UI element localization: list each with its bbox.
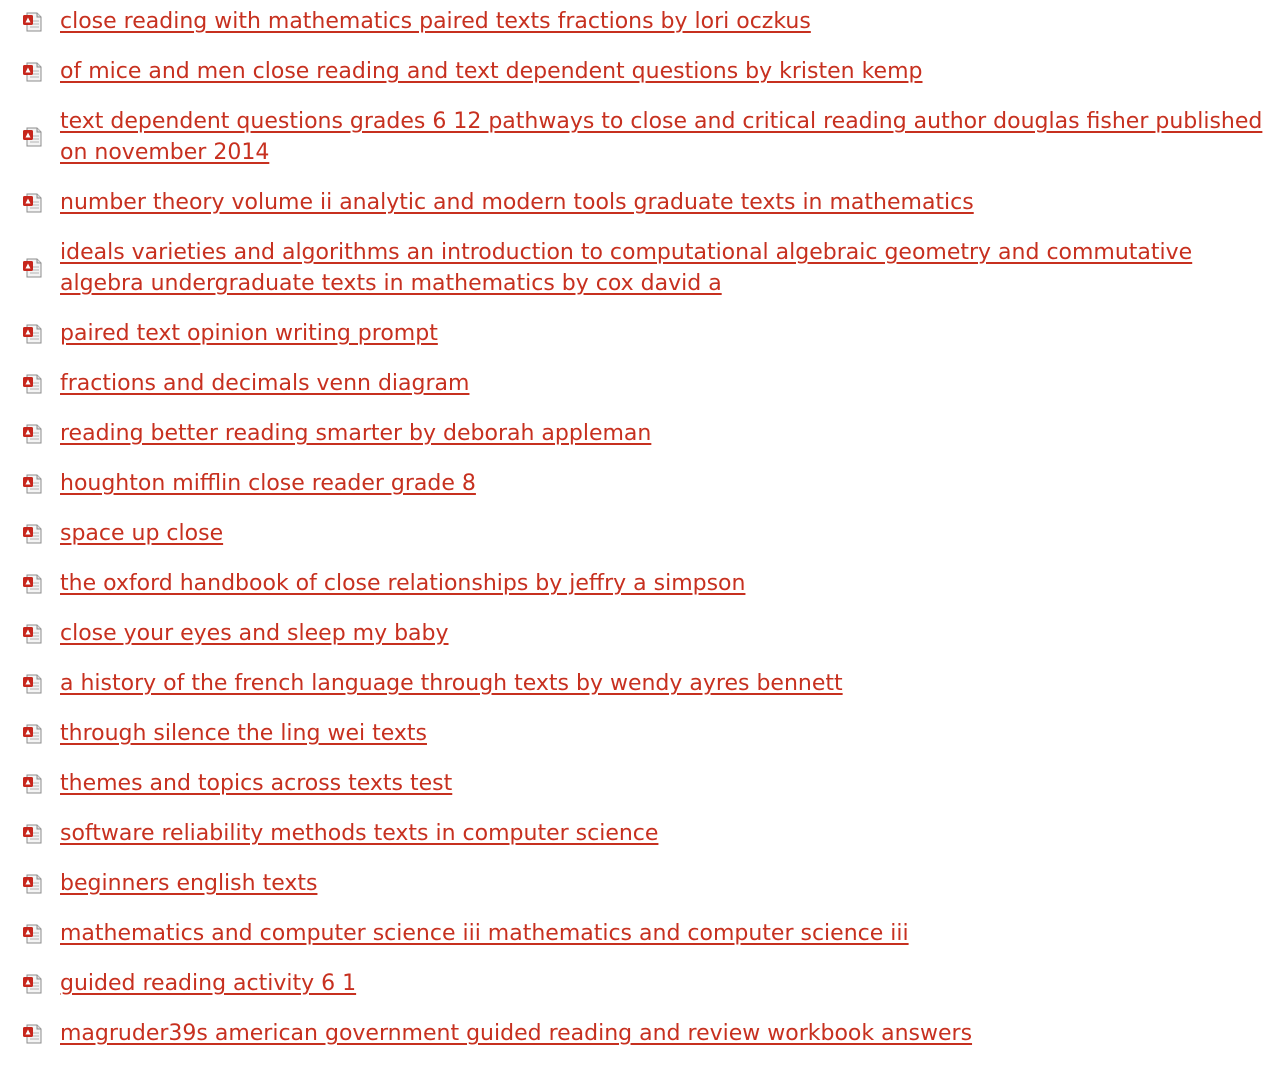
document-link[interactable]: close your eyes and sleep my baby <box>60 618 449 649</box>
list-item: ideals varieties and algorithms an intro… <box>0 237 1273 299</box>
list-item: of mice and men close reading and text d… <box>0 56 1273 87</box>
list-item: close your eyes and sleep my baby <box>0 618 1273 649</box>
document-list: close reading with mathematics paired te… <box>0 0 1273 1049</box>
document-link[interactable]: themes and topics across texts test <box>60 768 452 799</box>
document-link[interactable]: software reliability methods texts in co… <box>60 818 658 849</box>
pdf-file-icon[interactable] <box>22 673 44 695</box>
document-link[interactable]: paired text opinion writing prompt <box>60 318 438 349</box>
document-link[interactable]: a history of the french language through… <box>60 668 843 699</box>
document-link[interactable]: fractions and decimals venn diagram <box>60 368 469 399</box>
document-link[interactable]: reading better reading smarter by debora… <box>60 418 651 449</box>
document-link[interactable]: houghton mifflin close reader grade 8 <box>60 468 476 499</box>
list-item: number theory volume ii analytic and mod… <box>0 187 1273 218</box>
document-link[interactable]: number theory volume ii analytic and mod… <box>60 187 974 218</box>
list-item: beginners english texts <box>0 868 1273 899</box>
pdf-file-icon[interactable] <box>22 973 44 995</box>
list-item: close reading with mathematics paired te… <box>0 6 1273 37</box>
list-item: guided reading activity 6 1 <box>0 968 1273 999</box>
pdf-file-icon[interactable] <box>22 523 44 545</box>
pdf-file-icon[interactable] <box>22 373 44 395</box>
document-link[interactable]: text dependent questions grades 6 12 pat… <box>60 106 1273 168</box>
list-item: paired text opinion writing prompt <box>0 318 1273 349</box>
pdf-file-icon[interactable] <box>22 323 44 345</box>
pdf-file-icon[interactable] <box>22 773 44 795</box>
pdf-file-icon[interactable] <box>22 61 44 83</box>
list-item: mathematics and computer science iii mat… <box>0 918 1273 949</box>
document-link[interactable]: beginners english texts <box>60 868 317 899</box>
list-item: software reliability methods texts in co… <box>0 818 1273 849</box>
list-item: space up close <box>0 518 1273 549</box>
list-item: the oxford handbook of close relationshi… <box>0 568 1273 599</box>
pdf-file-icon[interactable] <box>22 473 44 495</box>
pdf-file-icon[interactable] <box>22 623 44 645</box>
document-link[interactable]: magruder39s american government guided r… <box>60 1018 972 1049</box>
document-link[interactable]: the oxford handbook of close relationshi… <box>60 568 745 599</box>
pdf-file-icon[interactable] <box>22 873 44 895</box>
pdf-file-icon[interactable] <box>22 1023 44 1045</box>
pdf-file-icon[interactable] <box>22 723 44 745</box>
list-item: fractions and decimals venn diagram <box>0 368 1273 399</box>
document-link[interactable]: space up close <box>60 518 223 549</box>
pdf-file-icon[interactable] <box>22 423 44 445</box>
pdf-file-icon[interactable] <box>22 823 44 845</box>
list-item: houghton mifflin close reader grade 8 <box>0 468 1273 499</box>
document-link[interactable]: guided reading activity 6 1 <box>60 968 356 999</box>
document-link[interactable]: ideals varieties and algorithms an intro… <box>60 237 1273 299</box>
document-link[interactable]: close reading with mathematics paired te… <box>60 6 811 37</box>
list-item: text dependent questions grades 6 12 pat… <box>0 106 1273 168</box>
list-item: a history of the french language through… <box>0 668 1273 699</box>
document-link[interactable]: through silence the ling wei texts <box>60 718 427 749</box>
pdf-file-icon[interactable] <box>22 257 44 279</box>
document-link[interactable]: of mice and men close reading and text d… <box>60 56 923 87</box>
list-item: themes and topics across texts test <box>0 768 1273 799</box>
pdf-file-icon[interactable] <box>22 192 44 214</box>
list-item: magruder39s american government guided r… <box>0 1018 1273 1049</box>
pdf-file-icon[interactable] <box>22 573 44 595</box>
pdf-file-icon[interactable] <box>22 11 44 33</box>
list-item: reading better reading smarter by debora… <box>0 418 1273 449</box>
pdf-file-icon[interactable] <box>22 923 44 945</box>
document-link[interactable]: mathematics and computer science iii mat… <box>60 918 909 949</box>
list-item: through silence the ling wei texts <box>0 718 1273 749</box>
pdf-file-icon[interactable] <box>22 126 44 148</box>
